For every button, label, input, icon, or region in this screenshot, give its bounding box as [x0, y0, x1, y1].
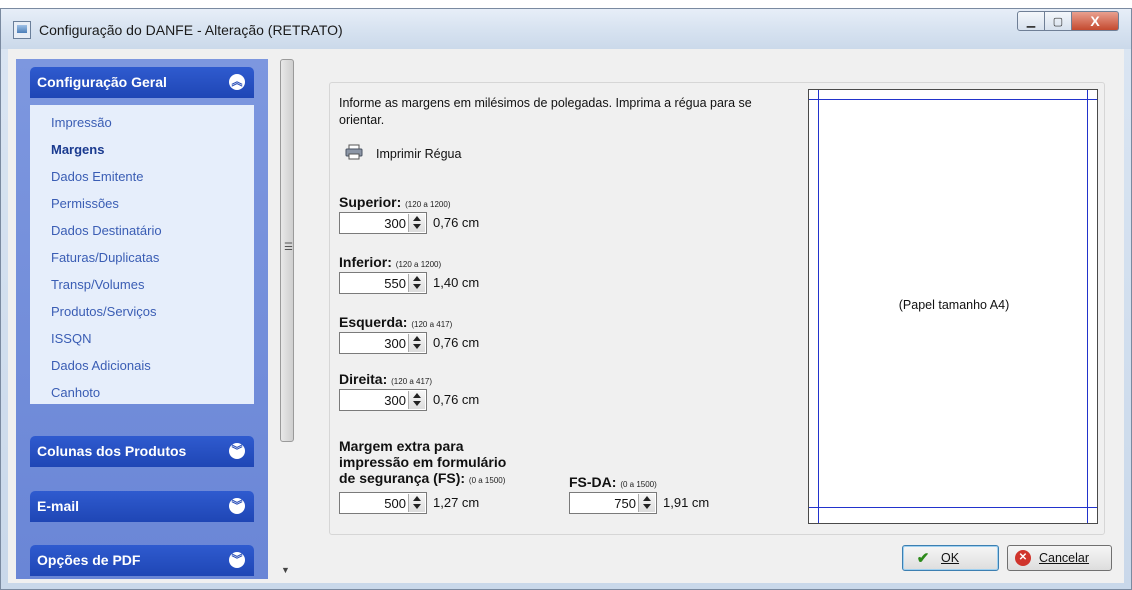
inferior-spinbox[interactable]: 550 [339, 272, 427, 294]
direita-range: (120 a 417) [391, 377, 433, 386]
sidebar-item-dados-emitente[interactable]: Dados Emitente [51, 169, 144, 184]
superior-cm: 0,76 cm [433, 215, 480, 230]
sidebar-item-dados-adicionais[interactable]: Dados Adicionais [51, 358, 151, 373]
sidebar: Configuração Geral ︽ Impressão Margens D… [16, 59, 268, 579]
extra-margin-label: Margem extra para impressão em formulári… [339, 438, 549, 489]
direita-spinbox[interactable]: 300 [339, 389, 427, 411]
esquerda-cm: 0,76 cm [433, 335, 480, 350]
sidebar-item-transp-volumes[interactable]: Transp/Volumes [51, 277, 144, 292]
extra-range: (0 a 1500) [468, 476, 506, 485]
minimize-button[interactable]: ▁ [1017, 11, 1045, 31]
direita-cm: 0,76 cm [433, 392, 480, 407]
spinner-arrows-icon[interactable] [408, 494, 425, 512]
scroll-down-icon[interactable]: ▼ [281, 565, 290, 575]
superior-spinbox[interactable]: 300 [339, 212, 427, 234]
sidebar-item-faturas-duplicatas[interactable]: Faturas/Duplicatas [51, 250, 159, 265]
group-colunas-produtos[interactable]: Colunas dos Produtos ︾ [30, 436, 254, 467]
group-configuracao-geral[interactable]: Configuração Geral ︽ [30, 67, 254, 98]
fsda-range: (0 a 1500) [620, 480, 657, 489]
window-client: Configuração Geral ︽ Impressão Margens D… [8, 49, 1124, 583]
print-ruler-button[interactable]: Imprimir Régua [376, 147, 461, 161]
group-label: E-mail [37, 498, 80, 514]
ok-label: OK [941, 551, 960, 565]
group-items: Impressão Margens Dados Emitente Permiss… [30, 105, 254, 404]
checkmark-icon: ✔ [916, 550, 930, 567]
fsda-label: FS-DA: (0 a 1500) [569, 474, 657, 490]
spinner-arrows-icon[interactable] [408, 334, 425, 352]
group-label: Colunas dos Produtos [37, 443, 187, 459]
spinner-arrows-icon[interactable] [408, 214, 425, 232]
window-title: Configuração do DANFE - Alteração (RETRA… [39, 22, 343, 38]
sidebar-item-dados-destinatario[interactable]: Dados Destinatário [51, 223, 162, 238]
fsda-value: 750 [614, 496, 636, 511]
extra-label-line2: impressão em formulário [339, 454, 507, 470]
title-bar[interactable]: Configuração do DANFE - Alteração (RETRA… [1, 9, 1131, 49]
top-margin-line [809, 99, 1097, 100]
paper-size-label: (Papel tamanho A4) [898, 298, 1010, 312]
sidebar-item-impressao[interactable]: Impressão [51, 115, 112, 130]
sidebar-item-issqn[interactable]: ISSQN [51, 331, 91, 346]
extra-label-line1: Margem extra para [339, 438, 464, 454]
ok-button[interactable]: ✔ OK [902, 545, 999, 571]
chevron-up-icon[interactable]: ︽ [229, 74, 245, 90]
superior-label: Superior: (120 a 1200) [339, 194, 451, 210]
printer-icon[interactable] [345, 144, 363, 160]
bottom-margin-line [809, 507, 1097, 508]
sidebar-item-permissoes[interactable]: Permissões [51, 196, 119, 211]
fs-cm: 1,27 cm [433, 495, 480, 510]
inferior-range: (120 a 1200) [395, 260, 442, 269]
direita-value: 300 [384, 393, 406, 408]
sidebar-item-produtos-servicos[interactable]: Produtos/Serviços [51, 304, 157, 319]
close-button[interactable]: X [1072, 11, 1119, 31]
extra-label-line3: de segurança (FS): [339, 470, 466, 486]
esquerda-label: Esquerda: (120 a 417) [339, 314, 452, 330]
fsda-cm: 1,91 cm [663, 495, 710, 510]
inferior-cm: 1,40 cm [433, 275, 480, 290]
group-label: Configuração Geral [37, 74, 167, 90]
chevron-down-icon[interactable]: ︾ [229, 443, 245, 459]
instructions-text: Informe as margens em milésimos de poleg… [339, 96, 752, 127]
window-controls: ▁ ▢ X [1017, 11, 1119, 33]
esquerda-value: 300 [384, 336, 406, 351]
group-opcoes-pdf[interactable]: Opções de PDF ︾ [30, 545, 254, 576]
top-strip [0, 0, 1132, 8]
esquerda-label-text: Esquerda: [339, 314, 408, 330]
a4-preview: (Papel tamanho A4) [808, 89, 1098, 524]
group-email[interactable]: E-mail ︾ [30, 491, 254, 522]
danfe-config-window: Configuração do DANFE - Alteração (RETRA… [0, 8, 1132, 590]
esquerda-spinbox[interactable]: 300 [339, 332, 427, 354]
inferior-value: 550 [384, 276, 406, 291]
superior-value: 300 [384, 216, 406, 231]
esquerda-range: (120 a 417) [411, 320, 453, 329]
spinner-arrows-icon[interactable] [408, 274, 425, 292]
sidebar-item-margens[interactable]: Margens [51, 142, 104, 157]
inferior-label: Inferior: (120 a 1200) [339, 254, 441, 270]
window-app-icon [13, 21, 31, 39]
chevron-down-icon[interactable]: ︾ [229, 498, 245, 514]
fs-spinbox[interactable]: 500 [339, 492, 427, 514]
sidebar-scrollbar[interactable]: ☰ ▼ [278, 59, 295, 579]
direita-label-text: Direita: [339, 371, 388, 387]
group-label: Opções de PDF [37, 552, 141, 568]
fs-value: 500 [384, 496, 406, 511]
fsda-label-text: FS-DA: [569, 474, 617, 490]
chevron-down-icon[interactable]: ︾ [229, 552, 245, 568]
cancel-label: Cancelar [1039, 551, 1090, 565]
grip-icon: ☰ [284, 242, 293, 253]
maximize-button[interactable]: ▢ [1045, 11, 1072, 31]
extra-label-line3-wrap: de segurança (FS): (0 a 1500) [339, 470, 549, 489]
spinner-arrows-icon[interactable] [638, 494, 655, 512]
fsda-spinbox[interactable]: 750 [569, 492, 657, 514]
spinner-arrows-icon[interactable] [408, 391, 425, 409]
cancel-icon: ✕ [1015, 550, 1031, 566]
superior-range: (120 a 1200) [405, 200, 451, 209]
superior-label-text: Superior: [339, 194, 402, 210]
inferior-label-text: Inferior: [339, 254, 392, 270]
cancel-button[interactable]: ✕ Cancelar [1007, 545, 1112, 571]
sidebar-item-canhoto[interactable]: Canhoto [51, 385, 100, 400]
direita-label: Direita: (120 a 417) [339, 371, 432, 387]
